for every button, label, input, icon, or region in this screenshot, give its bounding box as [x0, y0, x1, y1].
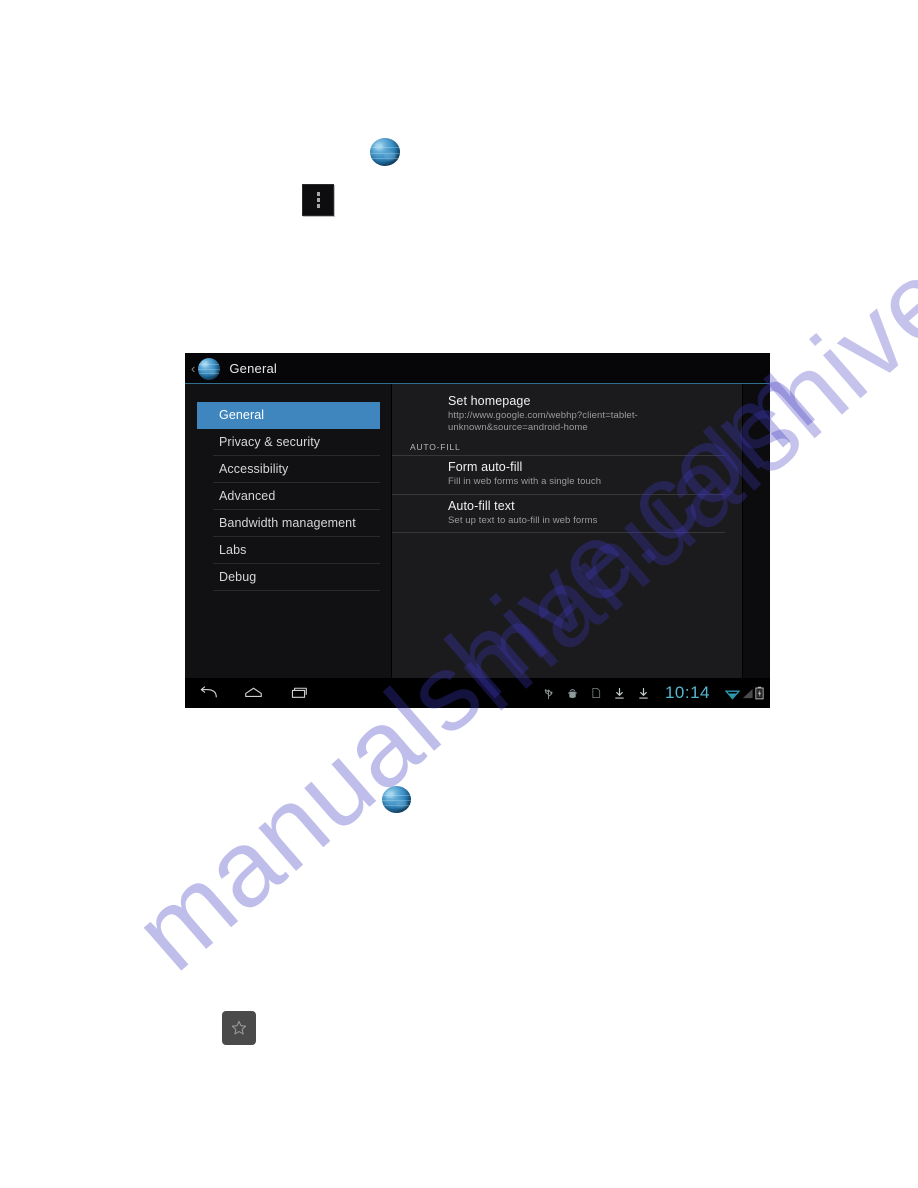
page-title: General [229, 361, 277, 376]
status-clock: 10:14 [664, 683, 710, 702]
download-icon [614, 687, 625, 700]
sidebar-item-labs[interactable]: Labs [213, 537, 380, 564]
sidebar-item-accessibility[interactable]: Accessibility [213, 456, 380, 483]
back-arrow-icon[interactable] [199, 686, 218, 700]
sidebar-item-label: Bandwidth management [219, 516, 356, 530]
browser-icon-top [370, 138, 400, 166]
navigation-buttons [199, 686, 308, 700]
sidebar-item-label: General [219, 408, 265, 422]
pref-form-auto-fill[interactable]: Form auto-fill Fill in web forms with a … [392, 456, 756, 495]
globe-latitude-lines [198, 358, 221, 380]
sidebar-item-privacy-security[interactable]: Privacy & security [213, 429, 380, 456]
battery-icon [755, 686, 764, 700]
pref-subtitle: Set up text to auto-fill in web forms [448, 514, 598, 526]
download-icon [638, 687, 649, 700]
android-debug-icon [567, 687, 578, 700]
tablet-screenshot: ‹ General General Privacy & security Acc… [185, 353, 770, 708]
app-header: ‹ General [185, 353, 770, 384]
overflow-dot [316, 198, 320, 202]
content-right-rail [743, 384, 770, 678]
sd-card-icon [591, 687, 601, 699]
status-icons: 10:14 [543, 683, 764, 703]
wifi-icon [725, 687, 740, 700]
globe-latitude-lines [382, 786, 411, 813]
star-bookmark-icon [231, 1020, 247, 1035]
sidebar-item-label: Privacy & security [219, 435, 321, 449]
settings-content: Set homepage http://www.google.com/webhp… [392, 384, 770, 678]
recent-apps-icon[interactable] [289, 686, 308, 700]
overflow-menu-button[interactable] [302, 184, 334, 216]
sidebar-item-advanced[interactable]: Advanced [213, 483, 380, 510]
globe-browser-icon [198, 357, 221, 380]
sidebar-item-label: Labs [219, 543, 247, 557]
section-header-auto-fill: AUTO-FILL [392, 439, 725, 456]
usb-icon [543, 687, 554, 700]
browser-icon-middle [382, 786, 411, 813]
pref-auto-fill-text[interactable]: Auto-fill text Set up text to auto-fill … [392, 495, 725, 533]
pref-title: Form auto-fill [448, 460, 523, 474]
back-chevron-icon[interactable]: ‹ [191, 362, 195, 376]
globe-latitude-lines [370, 138, 400, 166]
pref-subtitle: Fill in web forms with a single touch [448, 476, 602, 487]
pref-set-homepage[interactable]: Set homepage http://www.google.com/webhp… [392, 390, 770, 439]
sidebar-item-general[interactable]: General [197, 402, 380, 429]
sidebar-item-bandwidth-management[interactable]: Bandwidth management [213, 510, 380, 537]
overflow-dot [316, 204, 320, 208]
signal-bars-icon [741, 687, 754, 700]
bookmark-star-button[interactable] [222, 1011, 256, 1045]
globe-browser-icon [370, 138, 400, 166]
sidebar-item-label: Advanced [219, 489, 276, 503]
system-status-cluster [725, 686, 764, 700]
pref-subtitle: http://www.google.com/webhp?client=table… [448, 410, 638, 433]
home-icon[interactable] [244, 686, 263, 700]
globe-browser-icon [382, 786, 411, 813]
pref-title: Auto-fill text [448, 498, 515, 513]
overflow-dot [316, 192, 320, 196]
system-navigation-bar: 10:14 [185, 678, 770, 708]
settings-sidebar: General Privacy & security Accessibility… [185, 384, 392, 678]
sidebar-item-label: Accessibility [219, 462, 289, 476]
sidebar-item-label: Debug [219, 570, 257, 584]
settings-body: General Privacy & security Accessibility… [185, 384, 770, 678]
pref-title: Set homepage [448, 394, 531, 408]
sidebar-item-debug[interactable]: Debug [213, 564, 380, 591]
